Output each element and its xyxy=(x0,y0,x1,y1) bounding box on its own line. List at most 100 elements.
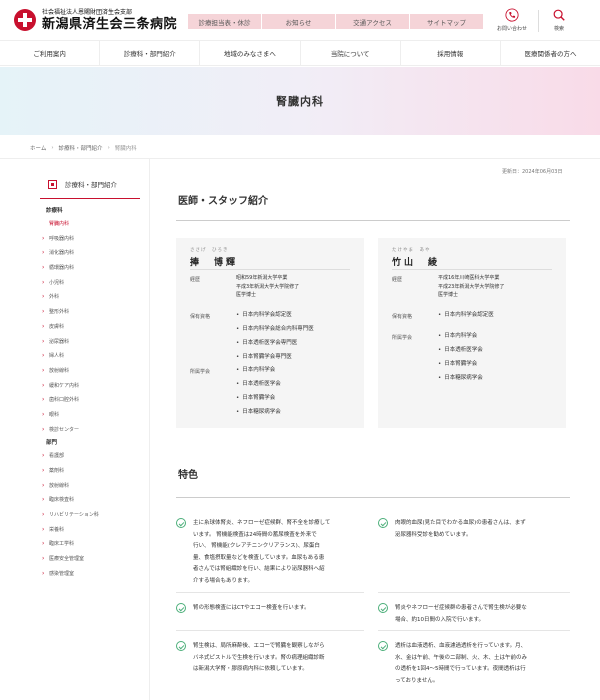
site-header: 社会福祉法人恩賜財団済生会支部 新潟県済生会三条病院 診療担当表・休診 お知らせ… xyxy=(0,0,600,40)
sidebar-item-urology[interactable]: 泌尿器科 xyxy=(40,335,140,350)
nav-about[interactable]: 当院について xyxy=(301,41,401,65)
qualification-item: 日本腎臓学会専門医 xyxy=(236,352,292,360)
sidebar-border xyxy=(149,159,150,700)
society-item: 日本腎臓学会 xyxy=(236,393,275,401)
sidebar-item-palliative[interactable]: 緩和ケア内科 xyxy=(40,379,140,394)
society-item: 日本透析医学会 xyxy=(438,345,483,353)
sidebar-item-nutrition[interactable]: 栄養科 xyxy=(40,523,140,538)
society-item: 日本透析医学会 xyxy=(236,379,281,387)
page-hero: 腎臓内科 xyxy=(0,67,600,135)
sidebar-item-nephrology[interactable]: 腎臓内科 xyxy=(40,217,140,232)
check-circle-icon xyxy=(378,603,388,613)
logo-subtitle: 社会福祉法人恩賜財団済生会支部 xyxy=(42,8,133,16)
sidebar-item-respiratory[interactable]: 呼吸器内科 xyxy=(40,232,140,247)
feature-item: 腎生検は、局所麻酔後、エコーで腎臓を観察しながら バネ式ピストルで生検を行います… xyxy=(176,641,372,676)
phone-icon xyxy=(505,8,519,22)
check-circle-icon xyxy=(378,641,388,651)
qualification-item: 日本内科学会総合内科専門医 xyxy=(236,324,314,332)
doctor-card: たけやま あや 竹山 綾 経歴 平成16年川崎医科大学卒業 平成23年新潟大学大… xyxy=(378,238,566,428)
sidebar-item-oral-surgery[interactable]: 歯科口腔外科 xyxy=(40,393,140,408)
staff-heading: 医師・スタッフ紹介 xyxy=(178,196,268,207)
sidebar-item-surgery[interactable]: 外科 xyxy=(40,290,140,305)
sidebar-item-cardio[interactable]: 循環器内科 xyxy=(40,261,140,276)
qualification-item: 日本透析医学会専門医 xyxy=(236,338,297,346)
career-list: 昭和59年新潟大学卒業 平成3年新潟大学大学院修了 医学博士 xyxy=(236,275,300,298)
feature-item: 腎の形態検査にはCTやエコー検査を行います。 xyxy=(176,603,372,615)
society-item: 日本糖尿病学会 xyxy=(438,373,483,381)
sidebar-item-lab[interactable]: 臨床検査科 xyxy=(40,493,140,508)
breadcrumb-departments[interactable]: 診療科・部門紹介 xyxy=(59,144,103,152)
sidebar-item-pediatrics[interactable]: 小児科 xyxy=(40,276,140,291)
nav-recruit[interactable]: 採用情報 xyxy=(401,41,501,65)
sidebar-item-ophthalmology[interactable]: 眼科 xyxy=(40,408,140,423)
top-link-access[interactable]: 交通アクセス xyxy=(336,14,409,29)
sidebar-item-radiology-section[interactable]: 放射線科 xyxy=(40,479,140,494)
nav-professionals[interactable]: 医療関係者の方へ xyxy=(501,41,600,65)
career-label: 経歴 xyxy=(392,277,403,283)
sidebar-divider xyxy=(40,198,140,199)
sidebar-item-clinical-engineering[interactable]: 臨床工学科 xyxy=(40,537,140,552)
sidebar-item-gynecology[interactable]: 婦人科 xyxy=(40,349,140,364)
qualification-label: 保有資格 xyxy=(190,314,211,320)
sidebar-item-pharmacy[interactable]: 薬剤科 xyxy=(40,464,140,479)
breadcrumb: ホーム › 診療科・部門紹介 › 腎臓内科 xyxy=(30,144,137,152)
global-nav: ご利用案内 診療科・部門紹介 地域のみなさまへ 当院について 採用情報 医療関係… xyxy=(0,40,600,66)
site-logo[interactable]: 社会福祉法人恩賜財団済生会支部 新潟県済生会三条病院 xyxy=(14,9,177,31)
sidebar-item-gastro[interactable]: 消化器内科 xyxy=(40,246,140,261)
sidebar-item-rehab[interactable]: リハビリテーション科 xyxy=(40,508,140,523)
feature-item: 肉眼的血尿(見た目でわかる血尿)の患者さんは、まず 泌尿器科受診を勧めています。 xyxy=(378,518,574,541)
updated-date: 更新日：2024年06月03日 xyxy=(502,169,563,175)
nav-guide[interactable]: ご利用案内 xyxy=(0,41,101,65)
nav-community[interactable]: 地域のみなさまへ xyxy=(200,41,301,65)
check-circle-icon xyxy=(176,518,186,528)
doctor-name: 竹山 綾 xyxy=(392,258,441,268)
top-links: 診療担当表・休診 お知らせ 交通アクセス サイトマップ xyxy=(188,14,484,29)
top-link-schedule[interactable]: 診療担当表・休診 xyxy=(188,14,261,29)
society-label: 所属学会 xyxy=(190,369,211,375)
feature-item: 腎炎やネフローゼ症候群の患者さんで腎生検が必要な 場合、約10日間の入院で行いま… xyxy=(378,603,574,626)
divider xyxy=(176,592,364,593)
qualification-item: 日本内科学会認定医 xyxy=(438,310,494,318)
check-circle-icon xyxy=(378,518,388,528)
department-icon xyxy=(48,179,57,189)
sidebar-item-dermatology[interactable]: 皮膚科 xyxy=(40,320,140,335)
sidebar-item-checkup[interactable]: 検診センター xyxy=(40,423,140,438)
society-item: 日本腎臓学会 xyxy=(438,359,477,367)
breadcrumb-current: 腎臓内科 xyxy=(114,146,137,152)
sidebar: 診療科・部門紹介 診療科 腎臓内科 呼吸器内科 消化器内科 循環器内科 小児科 … xyxy=(40,174,140,582)
contact-button[interactable]: お問い合わせ xyxy=(497,8,527,32)
top-link-sitemap[interactable]: サイトマップ xyxy=(410,14,483,29)
breadcrumb-chevron-icon: › xyxy=(51,145,54,151)
page-title: 腎臓内科 xyxy=(276,95,324,108)
sidebar-item-orthopedics[interactable]: 整形外科 xyxy=(40,305,140,320)
divider xyxy=(190,269,350,270)
society-label: 所属学会 xyxy=(392,335,413,341)
sidebar-item-nursing[interactable]: 看護部 xyxy=(40,449,140,464)
search-button[interactable]: 検索 xyxy=(552,8,566,32)
sidebar-heading[interactable]: 診療科・部門紹介 xyxy=(40,174,140,194)
sidebar-item-infection[interactable]: 感染管理室 xyxy=(40,567,140,582)
qualification-label: 保有資格 xyxy=(392,314,413,320)
breadcrumb-home[interactable]: ホーム xyxy=(30,144,46,152)
feature-item: 透析は血液透析、血液濾過透析を行っています。月、 水、金は午前、午後の二部制、火… xyxy=(378,641,574,687)
logo-title: 新潟県済生会三条病院 xyxy=(42,16,178,32)
divider xyxy=(392,269,552,270)
nav-departments[interactable]: 診療科・部門紹介 xyxy=(100,41,201,65)
sidebar-category-sections: 部門 xyxy=(46,440,58,447)
society-item: 日本糖尿病学会 xyxy=(236,407,281,415)
career-list: 平成16年川崎医科大学卒業 平成23年新潟大学大学院修了 医学博士 xyxy=(438,275,505,298)
search-icon xyxy=(553,9,565,21)
saiseikai-cross-icon xyxy=(14,9,36,31)
feature-item: 主に糸球体腎炎、ネフローゼ症候群、腎不全を診療して います。 腎機能検査は24時… xyxy=(176,518,372,587)
staff-heading-rule xyxy=(176,220,570,221)
sidebar-item-radiology[interactable]: 放射線科 xyxy=(40,364,140,379)
header-divider xyxy=(538,10,539,32)
divider xyxy=(378,592,570,593)
sidebar-item-safety[interactable]: 医療安全管理室 xyxy=(40,552,140,567)
top-link-news[interactable]: お知らせ xyxy=(262,14,335,29)
search-label: 検索 xyxy=(553,26,564,32)
divider xyxy=(0,158,600,159)
check-circle-icon xyxy=(176,641,186,651)
divider xyxy=(176,630,364,631)
check-circle-icon xyxy=(176,603,186,613)
